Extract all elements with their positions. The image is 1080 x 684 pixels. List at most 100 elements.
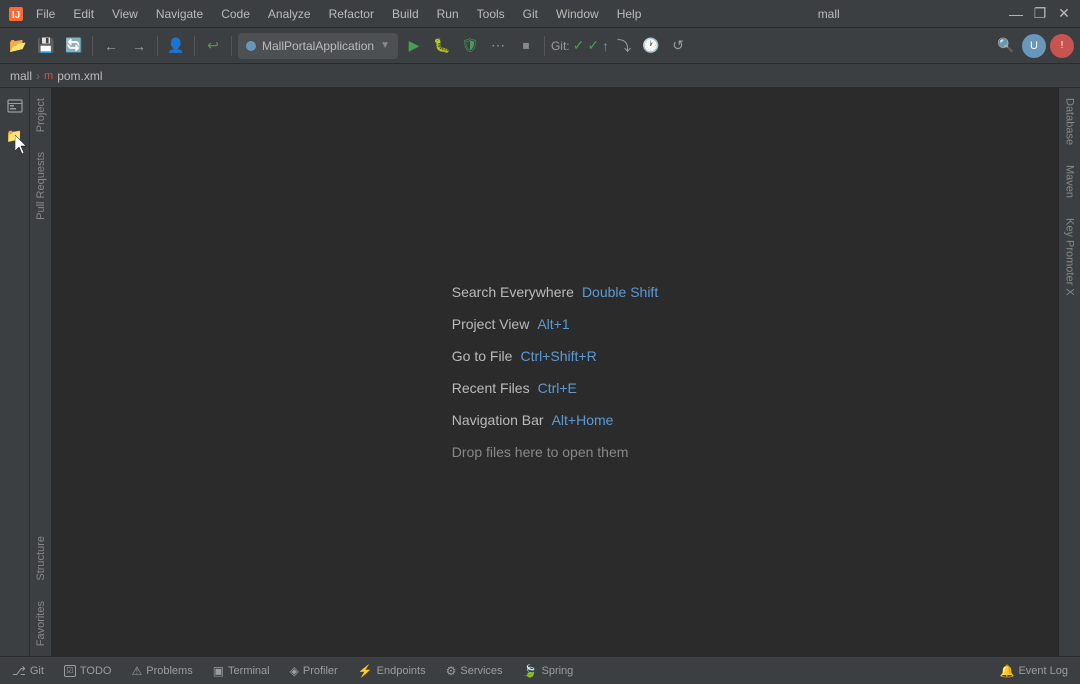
minimize-button[interactable]: —	[1008, 6, 1024, 22]
shortcut-row-4: Navigation Bar Alt+Home	[452, 404, 614, 436]
menu-item-file[interactable]: File	[28, 5, 63, 23]
window-title: mall	[818, 7, 840, 21]
welcome-content: Search Everywhere Double Shift Project Vie…	[452, 276, 658, 468]
endpoints-status-label: Endpoints	[377, 665, 426, 677]
key-promoter-panel-label[interactable]: Key Promoter X	[1060, 208, 1080, 306]
git-history-button[interactable]: 🕐	[639, 34, 663, 58]
run-config-icon	[246, 41, 256, 51]
run-config-dropdown-icon: ▼	[380, 40, 390, 51]
synchronize-button[interactable]: 🔄	[62, 34, 86, 58]
save-all-button[interactable]: 💾	[34, 34, 58, 58]
right-sidebar: Database Maven Key Promoter X	[1058, 88, 1080, 656]
shortcut-key-4: Alt+Home	[552, 412, 614, 428]
more-run-button[interactable]: ⋯	[486, 34, 510, 58]
sidebar-project-tab[interactable]	[1, 92, 29, 120]
terminal-status-icon: ▣	[213, 664, 224, 678]
drop-hint: Drop files here to open them	[452, 436, 629, 468]
menu-item-code[interactable]: Code	[213, 5, 258, 23]
title-bar: IJ FileEditViewNavigateCodeAnalyzeRefact…	[0, 0, 1080, 28]
run-configuration[interactable]: MallPortalApplication ▼	[238, 33, 398, 59]
undo-button[interactable]: ↩	[201, 34, 225, 58]
shortcut-label-3: Recent Files	[452, 380, 530, 396]
coverage-button[interactable]: 🛡	[458, 34, 482, 58]
breadcrumb-bar: mall › m pom.xml	[0, 64, 1080, 88]
database-panel-label[interactable]: Database	[1060, 88, 1080, 155]
git-status-icon: ⎇	[12, 664, 26, 678]
toolbar-separator-3	[194, 36, 195, 56]
terminal-status-label: Terminal	[228, 665, 270, 677]
terminal-status-item[interactable]: ▣ Terminal	[209, 657, 274, 684]
services-status-icon: ⚙	[446, 664, 457, 678]
shortcut-key-2: Ctrl+Shift+R	[520, 348, 596, 364]
profiler-status-label: Profiler	[303, 665, 338, 677]
problems-status-label: Problems	[146, 665, 192, 677]
shortcut-row-1: Project ViewAlt+1	[452, 308, 570, 340]
maven-icon: m	[44, 70, 53, 82]
maven-panel-label[interactable]: Maven	[1060, 155, 1080, 208]
editor-area: Search Everywhere Double Shift Project Vie…	[52, 88, 1058, 656]
git-update-button[interactable]: ⤵	[612, 34, 636, 58]
close-button[interactable]: ✕	[1056, 6, 1072, 22]
menu-item-window[interactable]: Window	[548, 5, 607, 23]
structure-panel-label[interactable]: Structure	[31, 526, 51, 591]
todo-status-icon: ☑	[64, 665, 76, 677]
todo-status-item[interactable]: ☑ TODO	[60, 657, 116, 684]
sidebar-folder-tab[interactable]: 📁	[1, 122, 29, 150]
open-file-button[interactable]: 📂	[6, 34, 30, 58]
shortcut-key-3: Ctrl+E	[538, 380, 577, 396]
toolbar-separator-1	[92, 36, 93, 56]
endpoints-status-item[interactable]: ⚡ Endpoints	[354, 657, 430, 684]
profiler-status-item[interactable]: ◈ Profiler	[286, 657, 342, 684]
pull-requests-panel-label[interactable]: Pull Requests	[31, 142, 51, 230]
git-push-icon: ↑	[602, 38, 609, 54]
breadcrumb-project[interactable]: mall	[10, 69, 32, 83]
toolbar: 📂 💾 🔄 ← → 👤 ↩ MallPortalApplication ▼ ▶ …	[0, 28, 1080, 64]
breadcrumb-file[interactable]: pom.xml	[57, 69, 102, 83]
shortcut-key-0: Double Shift	[582, 284, 658, 300]
services-status-item[interactable]: ⚙ Services	[442, 657, 507, 684]
notification-badge[interactable]: !	[1050, 34, 1074, 58]
run-config-label: MallPortalApplication	[262, 39, 374, 53]
toolbar-separator-4	[231, 36, 232, 56]
event-log-status-item[interactable]: 🔔 Event Log	[996, 657, 1073, 684]
git-status-item[interactable]: ⎇ Git	[8, 657, 48, 684]
shortcut-row-3: Recent Files Ctrl+E	[452, 372, 577, 404]
user-avatar[interactable]: U	[1022, 34, 1046, 58]
favorites-panel-label[interactable]: Favorites	[31, 591, 51, 656]
user-button[interactable]: 👤	[164, 34, 188, 58]
menu-item-edit[interactable]: Edit	[65, 5, 102, 23]
shortcut-label-0: Search Everywhere	[452, 284, 574, 300]
event-log-status-icon: 🔔	[1000, 664, 1015, 678]
back-button[interactable]: ←	[99, 34, 123, 58]
endpoints-status-icon: ⚡	[358, 664, 373, 678]
spring-status-icon: 🍃	[523, 664, 538, 678]
left-panel-labels: Project Pull Requests Structure Favorite…	[30, 88, 52, 656]
run-button[interactable]: ▶	[402, 34, 426, 58]
debug-button[interactable]: 🐛	[430, 34, 454, 58]
spring-status-label: Spring	[542, 665, 574, 677]
window-controls: — ❐ ✕	[1008, 6, 1072, 22]
shortcut-key-1: Alt+1	[537, 316, 569, 332]
toolbar-separator-5	[544, 36, 545, 56]
menu-item-git[interactable]: Git	[515, 5, 546, 23]
maximize-button[interactable]: ❐	[1032, 6, 1048, 22]
stop-button[interactable]: ⏹	[514, 34, 538, 58]
menu-item-view[interactable]: View	[104, 5, 146, 23]
status-bar: ⎇ Git ☑ TODO ⚠ Problems ▣ Terminal ◈ Pro…	[0, 656, 1080, 684]
menu-item-run[interactable]: Run	[429, 5, 467, 23]
app-icon: IJ	[8, 6, 24, 22]
menu-item-build[interactable]: Build	[384, 5, 427, 23]
search-everywhere-button[interactable]: 🔍	[994, 34, 1018, 58]
menu-item-refactor[interactable]: Refactor	[321, 5, 382, 23]
git-section: Git: ✓ ✓ ↑ ⤵ 🕐 ↺	[551, 34, 690, 58]
menu-item-navigate[interactable]: Navigate	[148, 5, 211, 23]
shortcut-label-4: Navigation Bar	[452, 412, 544, 428]
problems-status-item[interactable]: ⚠ Problems	[127, 657, 196, 684]
menu-item-tools[interactable]: Tools	[469, 5, 513, 23]
menu-item-help[interactable]: Help	[609, 5, 650, 23]
forward-button[interactable]: →	[127, 34, 151, 58]
spring-status-item[interactable]: 🍃 Spring	[519, 657, 578, 684]
menu-item-analyze[interactable]: Analyze	[260, 5, 319, 23]
git-rollback-button[interactable]: ↺	[666, 34, 690, 58]
project-panel-label[interactable]: Project	[31, 88, 51, 142]
